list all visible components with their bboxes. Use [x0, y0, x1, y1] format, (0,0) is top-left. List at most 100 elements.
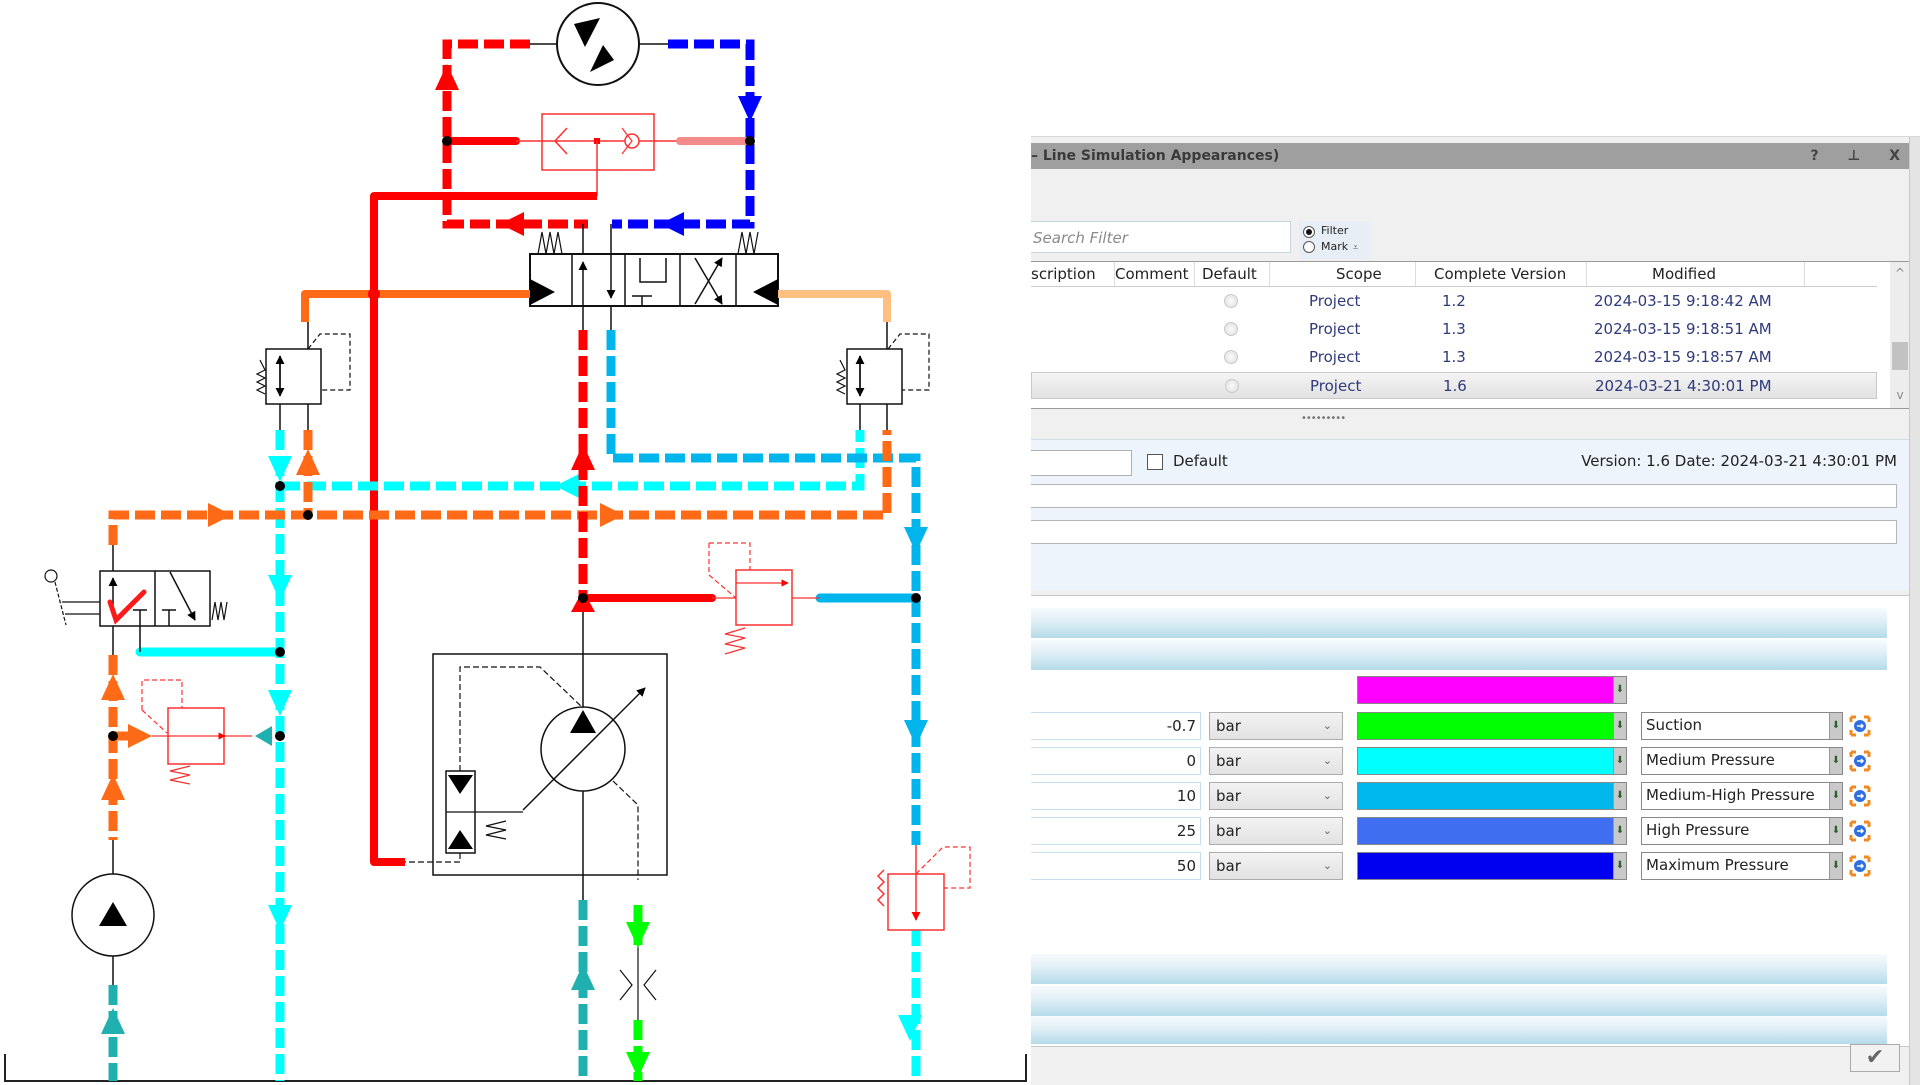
comment-input[interactable]	[1031, 520, 1897, 544]
color-swatch[interactable]: ⬇	[1357, 782, 1627, 810]
versions-grid: scription Comment Default Scope Complete…	[1031, 261, 1911, 409]
pressure-label-combo[interactable]: Suction ⬇	[1641, 712, 1843, 740]
color-swatch[interactable]: ⬇	[1357, 747, 1627, 775]
label-dropdown-icon[interactable]: ⬇	[1829, 748, 1842, 774]
pressure-unit-select[interactable]: bar ⌄	[1209, 852, 1343, 880]
flow-arrow-down	[268, 456, 292, 482]
flow-arrow-down	[738, 96, 762, 122]
version-date-text: Version: 1.6 Date: 2024-03-21 4:30:01 PM	[1581, 452, 1897, 470]
pressure-reducing-valve-left	[255, 322, 351, 430]
search-filter-input[interactable]: Search Filter	[1031, 221, 1291, 253]
table-row[interactable]: Project 1.2 2024-03-15 9:18:42 AM	[1031, 288, 1877, 315]
pressure-label-text: Suction	[1646, 716, 1703, 734]
table-row[interactable]: Project 1.3 2024-03-15 9:18:51 AM	[1031, 316, 1877, 343]
flow-arrow-down	[268, 690, 292, 716]
pressure-value-input[interactable]: 10	[1031, 782, 1201, 810]
pressure-relief-valve-center	[708, 542, 820, 655]
color-swatch[interactable]: ⬇	[1357, 817, 1627, 845]
fit-expand-icon[interactable]	[1849, 820, 1871, 842]
orange-pilot-line	[301, 290, 530, 322]
pressure-label-combo[interactable]: Medium Pressure ⬇	[1641, 747, 1843, 775]
column-header-comment[interactable]: Comment	[1115, 265, 1189, 283]
default-radio[interactable]	[1224, 350, 1238, 364]
flow-arrow-right	[128, 724, 152, 748]
color-dropdown-icon[interactable]: ⬇	[1613, 783, 1626, 809]
pressure-value-input[interactable]: 0	[1031, 747, 1201, 775]
flow-arrow-down	[904, 527, 928, 553]
pressure-value-input[interactable]: -0.7	[1031, 712, 1201, 740]
color-dropdown-icon[interactable]: ⬇	[1613, 713, 1626, 739]
scroll-thumb[interactable]	[1892, 342, 1908, 370]
orange-pilot-dashed-lines	[108, 430, 892, 840]
fit-expand-icon[interactable]	[1849, 785, 1871, 807]
manual-lever-valve	[44, 545, 228, 655]
default-radio[interactable]	[1225, 379, 1239, 393]
name-input[interactable]	[1031, 450, 1132, 476]
flow-arrow-down	[268, 905, 292, 931]
color-dropdown-icon[interactable]: ⬇	[1613, 853, 1626, 879]
pin-icon[interactable]: ⊥	[1848, 148, 1873, 164]
version-cell: 1.3	[1442, 320, 1466, 338]
color-swatch[interactable]: ⬇	[1357, 712, 1627, 740]
pressure-label-combo[interactable]: Medium-High Pressure ⬇	[1641, 782, 1843, 810]
default-radio[interactable]	[1224, 294, 1238, 308]
flow-arrow-down	[268, 575, 292, 601]
pressure-unit-select[interactable]: bar ⌄	[1209, 782, 1343, 810]
pressure-level-row: 50 bar ⌄ ⬇ Maximum Pressure ⬇	[1031, 852, 1901, 884]
pressure-level-row: 0 bar ⌄ ⬇ Medium Pressure ⬇	[1031, 747, 1901, 779]
column-header-complete-version[interactable]: Complete Version	[1434, 265, 1566, 283]
splitter-handle[interactable]: •••••••••	[1301, 413, 1346, 424]
sky-blue-lines	[606, 330, 921, 1081]
fit-expand-icon[interactable]	[1849, 715, 1871, 737]
fit-expand-icon[interactable]	[1849, 855, 1871, 877]
label-dropdown-icon[interactable]: ⬇	[1829, 713, 1842, 739]
filter-radio[interactable]	[1303, 226, 1315, 238]
pressure-unit-select[interactable]: bar ⌄	[1209, 747, 1343, 775]
table-row[interactable]: Project 1.3 2024-03-15 9:18:57 AM	[1031, 344, 1877, 371]
section-header-band[interactable]	[1031, 954, 1887, 984]
shuttle-valve	[442, 113, 755, 196]
pressure-label-combo[interactable]: Maximum Pressure ⬇	[1641, 852, 1843, 880]
unit-label: bar	[1216, 822, 1241, 840]
grid-scrollbar[interactable]: ^ v	[1890, 262, 1910, 408]
tank-outline	[4, 1054, 1027, 1082]
pressure-level-row: -0.7 bar ⌄ ⬇ Suction ⬇	[1031, 712, 1901, 744]
color-dropdown-icon[interactable]: ⬇	[1613, 677, 1626, 703]
scroll-up-icon[interactable]: ^	[1890, 266, 1910, 280]
pressure-value-input[interactable]: 25	[1031, 817, 1201, 845]
panel-title-bar: – Line Simulation Appearances) ? ⊥ X	[1031, 143, 1920, 169]
color-dropdown-icon[interactable]: ⬇	[1613, 748, 1626, 774]
section-header-band[interactable]	[1031, 640, 1887, 670]
unit-label: bar	[1216, 752, 1241, 770]
options-dropdown-icon[interactable]: ⩡	[1353, 243, 1358, 253]
scroll-down-icon[interactable]: v	[1890, 388, 1910, 402]
label-dropdown-icon[interactable]: ⬇	[1829, 783, 1842, 809]
ok-button[interactable]: ✔	[1850, 1044, 1900, 1072]
section-header-band[interactable]	[1031, 1016, 1887, 1044]
description-input[interactable]	[1031, 484, 1897, 508]
fit-expand-icon[interactable]	[1849, 750, 1871, 772]
column-header-scope[interactable]: Scope	[1336, 265, 1382, 283]
flow-arrow-down	[904, 720, 928, 746]
help-icon[interactable]: ?	[1811, 148, 1831, 164]
panel-right-edge	[1909, 137, 1920, 1085]
pressure-unit-select[interactable]: bar ⌄	[1209, 817, 1343, 845]
label-dropdown-icon[interactable]: ⬇	[1829, 818, 1842, 844]
pressure-value-input[interactable]: 50	[1031, 852, 1201, 880]
section-header-band[interactable]	[1031, 986, 1887, 1016]
column-header-description[interactable]: scription	[1031, 265, 1096, 283]
color-dropdown-icon[interactable]: ⬇	[1613, 818, 1626, 844]
color-swatch[interactable]: ⬇	[1357, 852, 1627, 880]
pressure-unit-select[interactable]: bar ⌄	[1209, 712, 1343, 740]
column-header-modified[interactable]: Modified	[1652, 265, 1716, 283]
color-swatch[interactable]: ⬇	[1357, 676, 1627, 704]
mark-radio[interactable]	[1303, 241, 1315, 253]
label-dropdown-icon[interactable]: ⬇	[1829, 853, 1842, 879]
table-row-selected[interactable]: Project 1.6 2024-03-21 4:30:01 PM	[1031, 372, 1877, 399]
section-header-band[interactable]	[1031, 608, 1887, 638]
default-radio[interactable]	[1224, 322, 1238, 336]
column-header-default[interactable]: Default	[1202, 265, 1257, 283]
pressure-label-combo[interactable]: High Pressure ⬇	[1641, 817, 1843, 845]
flow-arrow-up	[101, 674, 125, 700]
default-checkbox[interactable]	[1147, 454, 1163, 470]
